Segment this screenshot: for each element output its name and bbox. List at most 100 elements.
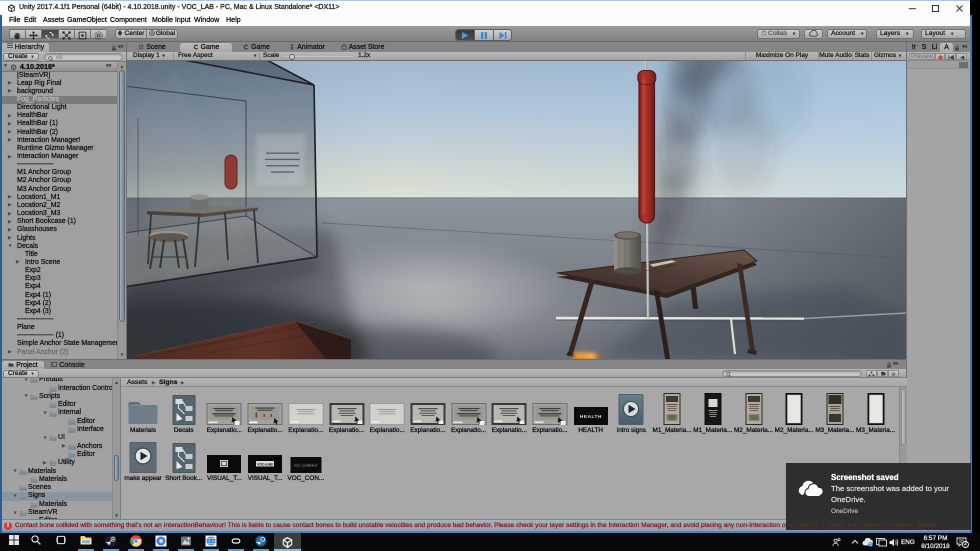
tray-display-icon[interactable] <box>876 538 887 547</box>
hierarchy-create-button[interactable]: Create ▼ <box>3 53 39 61</box>
panel-menu-icon[interactable]: ▾≡ <box>118 43 124 49</box>
hierarchy-item[interactable]: ▼ Decals <box>0 242 117 251</box>
taskbar-icon-globe[interactable] <box>204 535 218 549</box>
game-option-gizmos[interactable]: Gizmos ▼ <box>871 52 904 60</box>
scroll-down-arrow[interactable]: ▼ <box>113 512 120 519</box>
taskbar-icon-oculus[interactable] <box>229 535 243 549</box>
foldout-arrow-icon[interactable]: ▶ <box>8 87 12 95</box>
scroll-down-arrow[interactable]: ▼ <box>118 351 126 358</box>
hierarchy-item[interactable]: Exp4 (2) <box>0 300 117 308</box>
display-dropdown[interactable]: Display 1 ▼ <box>133 52 166 60</box>
hierarchy-item[interactable]: ▶ HealthBar (2) <box>0 128 117 137</box>
prev-key-button[interactable] <box>956 52 967 60</box>
layout-dropdown[interactable]: Layout ▼ <box>921 29 966 39</box>
tab-console[interactable]: Console <box>46 361 90 370</box>
hierarchy-item[interactable]: Exp4 (1) <box>0 291 117 300</box>
hierarchy-item[interactable]: ▶ Lights <box>0 234 117 243</box>
project-search-input[interactable] <box>722 369 862 378</box>
menu-assets[interactable]: Assets <box>43 16 65 24</box>
hierarchy-item[interactable]: ▶ Location3_M3 <box>0 210 117 218</box>
tree-item-interface[interactable]: Interface <box>0 426 112 434</box>
rotate-tool-button[interactable] <box>41 29 58 39</box>
scrollbar-thumb[interactable] <box>119 70 125 322</box>
scroll-up-arrow[interactable]: ▲ <box>113 379 120 386</box>
foldout-arrow-icon[interactable]: ▶ <box>43 459 47 467</box>
menu-component[interactable]: Component <box>110 16 147 24</box>
menu-mobile-input[interactable]: Mobile Input <box>152 16 191 24</box>
tree-item-materials[interactable]: Materials <box>0 476 112 484</box>
hierarchy-item[interactable]: Exp4 <box>0 283 117 291</box>
anim-dropdown[interactable] <box>959 61 968 68</box>
taskbar-icon-photos[interactable] <box>154 535 168 549</box>
hierarchy-item[interactable]: Directional Light <box>0 104 117 112</box>
move-tool-button[interactable] <box>25 29 42 40</box>
taskbar-icon-steam[interactable] <box>104 535 118 549</box>
asset-voc-con-[interactable]: VOC COMPANY VOC_CON... <box>286 437 326 489</box>
tray-expand-chevron-icon[interactable] <box>851 539 859 545</box>
project-create-button[interactable]: Create ▼ <box>3 369 39 378</box>
game-tab-asset-store[interactable]: Asset Store <box>334 43 391 53</box>
hierarchy-item[interactable]: ▶ Location2_M2 <box>0 202 117 210</box>
hierarchy-item[interactable]: Exp4 (3) <box>0 308 117 316</box>
game-tab-animator[interactable]: Animator <box>282 43 332 53</box>
foldout-arrow-icon[interactable]: ▶ <box>62 442 66 450</box>
foldout-arrow-icon[interactable]: ▼ <box>13 492 18 500</box>
foldout-arrow-icon[interactable]: ▶ <box>8 193 12 201</box>
hierarchy-item[interactable]: Exp3 <box>0 275 117 283</box>
foldout-arrow-icon[interactable]: ▶ <box>8 112 12 120</box>
tray-time[interactable]: 6:57 PM <box>921 534 950 541</box>
hierarchy-item[interactable]: Fog_Particles <box>0 96 117 105</box>
game-tab-game[interactable]: Game <box>180 42 232 52</box>
foldout-arrow-icon[interactable]: ▶ <box>8 153 12 161</box>
lock-icon[interactable] <box>954 44 960 51</box>
hierarchy-item[interactable]: ▶ Interaction Manager! <box>0 137 117 145</box>
minimize-button[interactable] <box>901 1 923 16</box>
foldout-arrow-icon[interactable]: ▼ <box>13 509 18 517</box>
preview-button[interactable]: Preview <box>909 52 935 60</box>
hierarchy-item[interactable]: ▶ HealthBar (1) <box>0 120 117 128</box>
game-option-mute-audio[interactable]: Mute Audio <box>818 52 852 60</box>
tray-volume-icon[interactable] <box>889 538 899 547</box>
tree-item-internal[interactable]: ▼ Internal <box>0 409 112 417</box>
foldout-arrow-icon[interactable]: ▼ <box>3 62 8 70</box>
cloud-services-button[interactable] <box>804 29 823 39</box>
account-dropdown[interactable]: Account ▼ <box>827 29 867 39</box>
menu-gameobject[interactable]: GameObject <box>67 16 107 24</box>
menu-window[interactable]: Window <box>194 16 220 24</box>
foldout-arrow-icon[interactable]: ▼ <box>43 434 48 442</box>
hierarchy-item[interactable]: ▶ Location1_M1 <box>0 194 117 202</box>
hierarchy-item[interactable]: ▶ Glasshouses <box>0 226 117 234</box>
taskbar-icon-search[interactable] <box>29 535 43 549</box>
tree-item-anchors[interactable]: ▶ Anchors <box>0 442 112 451</box>
tab-project[interactable]: Project <box>2 360 44 369</box>
hierarchy-item[interactable]: M2 Anchor Group <box>0 177 117 185</box>
taskbar-icon-explorer[interactable] <box>79 535 93 549</box>
close-button[interactable] <box>948 1 970 16</box>
breadcrumb-signs[interactable]: Signs <box>159 378 178 387</box>
hierarchy-item[interactable]: Simple Anchor State Management <box>0 340 117 348</box>
tree-item-interaction-control[interactable]: Interaction Control <box>0 384 112 393</box>
hierarchy-item[interactable]: ▶ background <box>0 88 117 96</box>
column-toggle-button[interactable] <box>866 369 877 378</box>
asset-m3-materia-[interactable]: M3_Materia... <box>856 389 896 441</box>
foldout-arrow-icon[interactable]: ▼ <box>24 378 29 384</box>
menu-file[interactable]: File <box>9 16 21 24</box>
rect-tool-button[interactable] <box>73 29 90 39</box>
right-tab-ir[interactable]: Ir <box>909 43 919 53</box>
right-tab-s[interactable]: S <box>920 43 928 53</box>
tree-item-editor[interactable]: Editor <box>0 451 112 459</box>
hierarchy-item[interactable]: ▶ Panel Anchor (2) <box>0 348 117 357</box>
right-tab-a[interactable]: A <box>940 42 953 52</box>
hierarchy-item[interactable]: ▶ Intro Scene <box>0 259 117 267</box>
foldout-arrow-icon[interactable]: ▶ <box>8 79 12 87</box>
people-icon[interactable] <box>832 538 841 547</box>
aspect-dropdown[interactable]: Free Aspect <box>178 52 213 60</box>
hand-tool-button[interactable] <box>9 29 26 39</box>
hierarchy-item[interactable]: ▶ Interaction Manager <box>0 153 117 161</box>
maximize-button[interactable] <box>924 1 946 16</box>
foldout-arrow-icon[interactable]: ▶ <box>8 348 12 356</box>
tray-onedrive-icon[interactable] <box>862 538 874 547</box>
tree-item-materials[interactable]: ▼ Materials <box>0 467 112 476</box>
transform-tool-button[interactable] <box>90 29 107 39</box>
game-option-maximize-on-play[interactable]: Maximize On Play <box>745 52 818 60</box>
